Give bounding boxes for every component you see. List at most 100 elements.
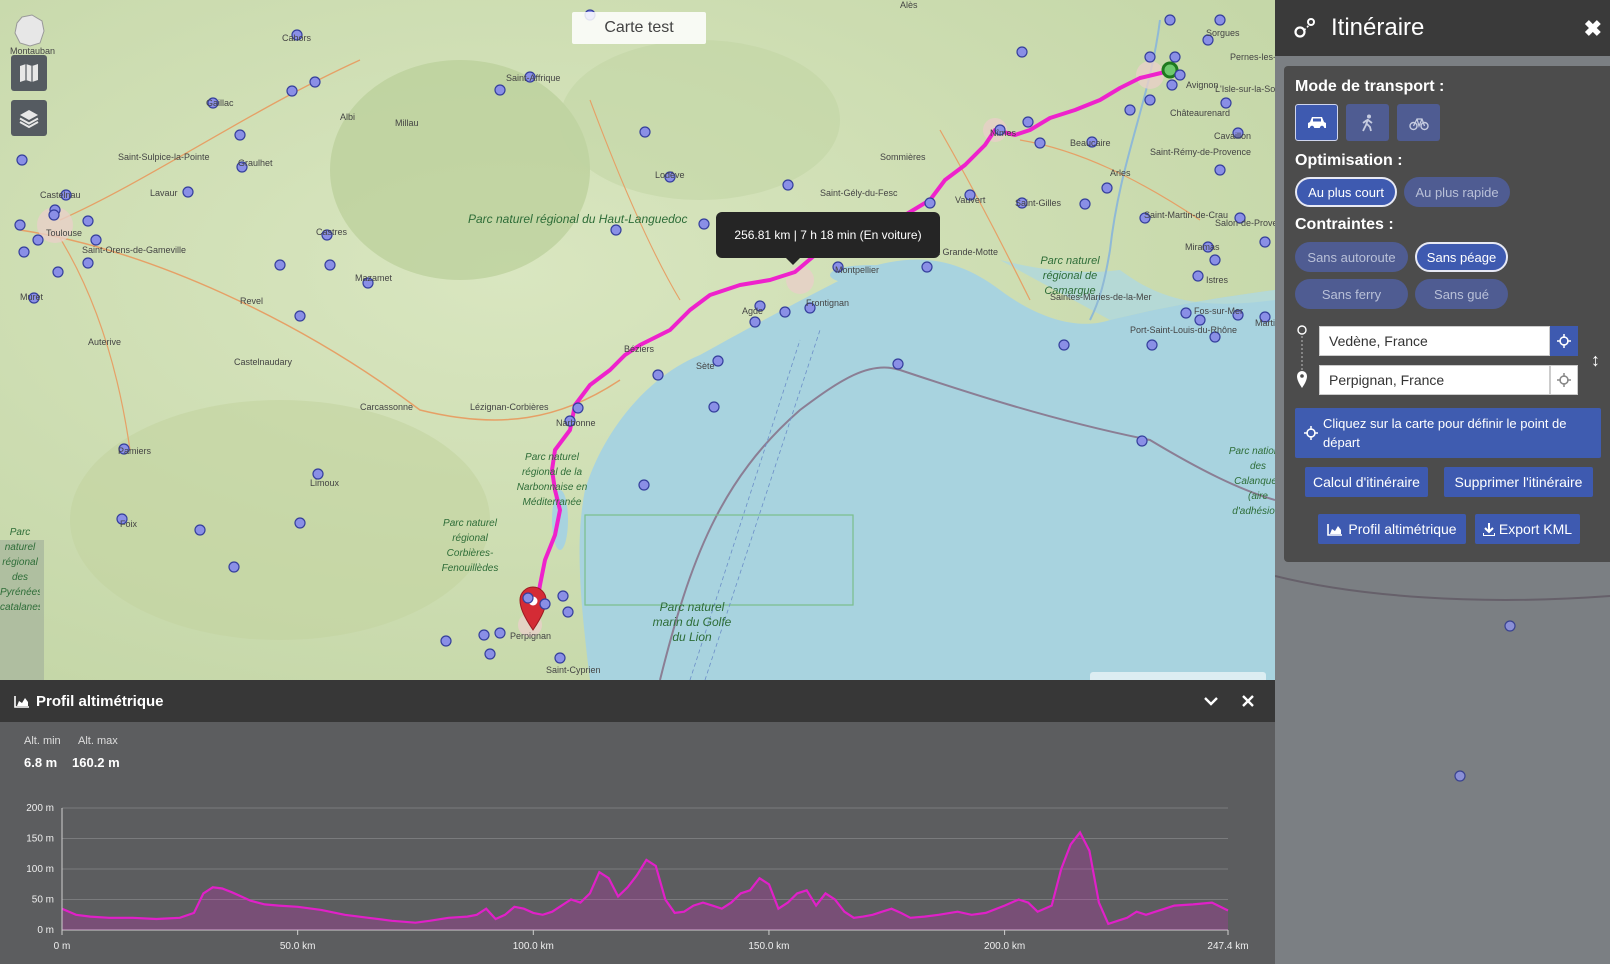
place-label: Narbonne (556, 418, 596, 428)
station-marker[interactable] (1209, 254, 1221, 266)
station-marker[interactable] (539, 598, 551, 610)
station-marker[interactable] (1034, 137, 1046, 149)
station-marker[interactable] (1058, 339, 1070, 351)
place-label: Beaucaire (1070, 138, 1111, 148)
crosshair-icon (1557, 373, 1571, 387)
place-label: Montpellier (835, 265, 880, 275)
delete-route-button[interactable]: Supprimer l'itinéraire (1444, 467, 1593, 497)
station-marker[interactable] (1192, 270, 1204, 282)
layers-button[interactable] (11, 100, 47, 136)
park-label: Parc national des Calanques (aire d'adhé… (1228, 446, 1275, 517)
station-marker[interactable] (562, 606, 574, 618)
station-marker[interactable] (1079, 198, 1091, 210)
optim-fastest-button[interactable]: Au plus rapide (1404, 177, 1510, 207)
calculate-route-button[interactable]: Calcul d'itinéraire (1305, 467, 1428, 497)
station-marker[interactable] (494, 84, 506, 96)
station-marker[interactable] (228, 561, 240, 573)
station-marker[interactable] (572, 402, 584, 414)
optim-shortest-button[interactable]: Au plus court (1295, 177, 1397, 207)
constraint-no-ford-button[interactable]: Sans gué (1415, 279, 1508, 309)
station-marker[interactable] (1016, 46, 1028, 58)
station-marker[interactable] (892, 358, 904, 370)
station-marker[interactable] (14, 219, 26, 231)
station-marker[interactable] (16, 154, 28, 166)
station-marker[interactable] (286, 85, 298, 97)
swap-stops-icon[interactable]: ↕ (1591, 350, 1600, 371)
station-marker[interactable] (274, 259, 286, 271)
station-marker[interactable] (478, 629, 490, 641)
transport-walk-button[interactable] (1346, 104, 1389, 141)
basemap-button[interactable] (11, 55, 47, 91)
station-marker[interactable] (782, 179, 794, 191)
station-marker[interactable] (924, 197, 936, 209)
station-marker[interactable] (90, 234, 102, 246)
station-marker[interactable] (708, 401, 720, 413)
station-marker[interactable] (557, 590, 569, 602)
station-marker[interactable] (18, 246, 30, 258)
station-marker[interactable] (522, 592, 534, 604)
station-marker[interactable] (1169, 51, 1181, 63)
home-extent-button[interactable] (11, 12, 47, 48)
constraint-no-ferry-button[interactable]: Sans ferry (1295, 279, 1408, 309)
start-locate-button[interactable] (1550, 326, 1578, 356)
place-label: Muret (20, 292, 44, 302)
station-marker[interactable] (294, 310, 306, 322)
station-marker[interactable] (921, 261, 933, 273)
station-marker[interactable] (1180, 307, 1192, 319)
chevron-down-icon[interactable] (1204, 696, 1218, 706)
station-marker[interactable] (324, 259, 336, 271)
station-marker[interactable] (638, 479, 650, 491)
transport-car-button[interactable] (1295, 104, 1338, 141)
station-marker[interactable] (494, 627, 506, 639)
station-marker[interactable] (1101, 182, 1113, 194)
station-marker[interactable] (779, 306, 791, 318)
end-locate-button[interactable] (1550, 365, 1578, 395)
end-address-input[interactable]: Perpignan, France (1319, 365, 1550, 395)
elevation-profile-button[interactable]: Profil altimétrique (1318, 514, 1466, 544)
export-kml-button[interactable]: Export KML (1475, 514, 1580, 544)
park-label: Parc naturel marin du Golfe du Lion (652, 600, 732, 644)
station-marker[interactable] (1174, 69, 1186, 81)
station-marker[interactable] (1164, 14, 1176, 26)
station-marker[interactable] (698, 218, 710, 230)
station-marker[interactable] (32, 234, 44, 246)
station-marker[interactable] (309, 76, 321, 88)
station-marker[interactable] (1259, 236, 1271, 248)
station-marker[interactable] (639, 126, 651, 138)
station-marker[interactable] (484, 648, 496, 660)
station-marker[interactable] (1220, 97, 1232, 109)
station-marker[interactable] (1124, 104, 1136, 116)
station-marker[interactable] (440, 635, 452, 647)
station-marker[interactable] (1144, 51, 1156, 63)
station-marker[interactable] (182, 186, 194, 198)
station-marker[interactable] (1144, 94, 1156, 106)
constraint-no-highway-button[interactable]: Sans autoroute (1295, 242, 1408, 272)
station-marker[interactable] (1022, 116, 1034, 128)
map-view[interactable]: Montauban Cahors Saint-Affrique Gaillac Albi… (0, 0, 1275, 680)
station-marker[interactable] (294, 517, 306, 529)
y-tick-label: 200 m (26, 803, 54, 814)
constraint-no-toll-button[interactable]: Sans péage (1415, 242, 1508, 272)
place-label: Fos-sur-Mer (1194, 306, 1243, 316)
station-marker[interactable] (234, 129, 246, 141)
station-marker[interactable] (1136, 435, 1148, 447)
start-address-input[interactable]: Vedène, France (1319, 326, 1550, 356)
station-marker[interactable] (194, 524, 206, 536)
station-marker[interactable] (48, 209, 60, 221)
close-icon[interactable] (1242, 695, 1254, 707)
station-marker[interactable] (1166, 79, 1178, 91)
station-marker[interactable] (554, 652, 566, 664)
station-marker[interactable] (1214, 164, 1226, 176)
station-marker[interactable] (749, 316, 761, 328)
station-marker[interactable] (52, 266, 64, 278)
place-label: L'Isle-sur-la-Sorgue (1215, 84, 1275, 94)
station-marker[interactable] (652, 369, 664, 381)
station-marker[interactable] (1146, 339, 1158, 351)
station-marker[interactable] (82, 215, 94, 227)
station-marker[interactable] (1194, 314, 1206, 326)
close-icon[interactable]: ✖ (1584, 16, 1602, 42)
station-marker[interactable] (82, 257, 94, 269)
place-label: Perpignan (510, 631, 552, 641)
transport-bike-button[interactable] (1397, 104, 1440, 141)
station-marker[interactable] (1214, 14, 1226, 26)
